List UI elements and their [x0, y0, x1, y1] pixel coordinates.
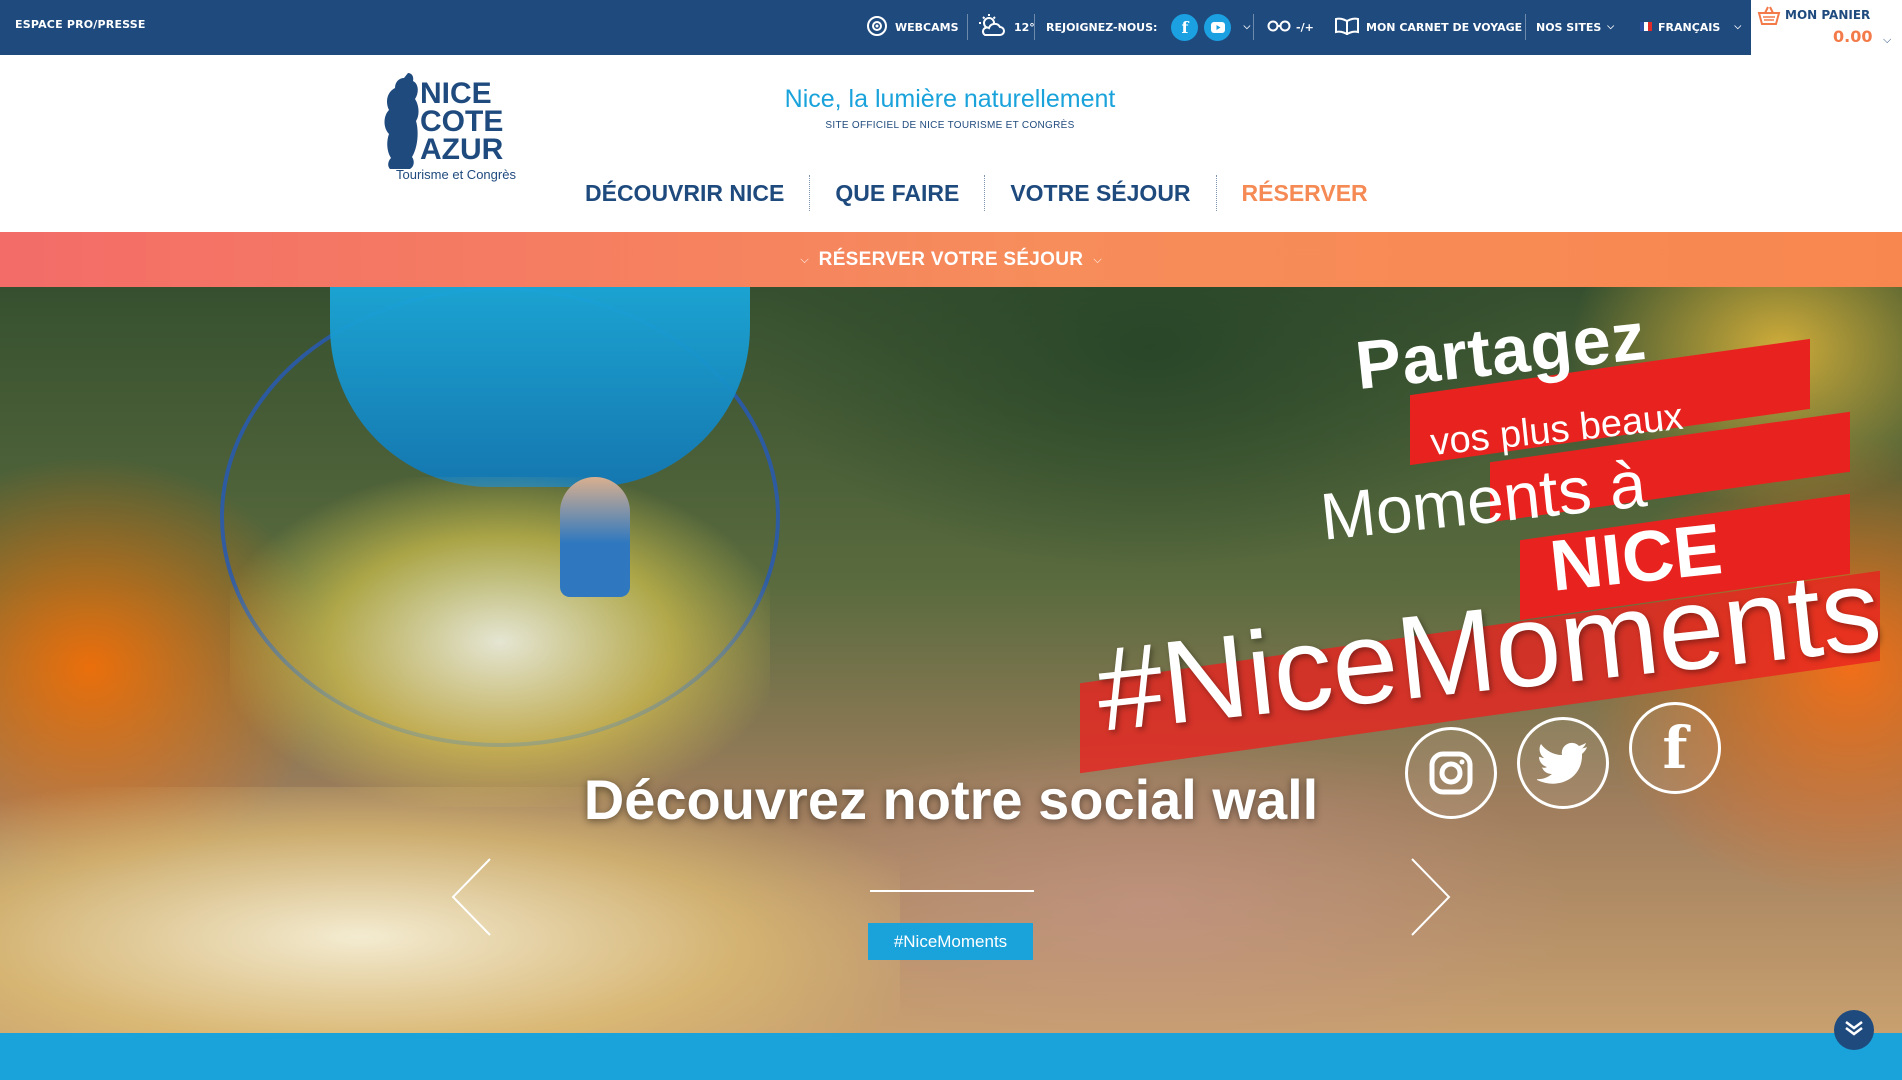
bottom-blue-band [0, 1033, 1902, 1080]
accessibility-toggle[interactable]: -/+ [1267, 14, 1314, 40]
weather-temp: 12° [1014, 20, 1035, 34]
hero-carousel: Partagez vos plus beaux Moments à NICE #… [0, 287, 1902, 1033]
facebook-icon[interactable]: f [1171, 13, 1199, 41]
social-join: REJOIGNEZ-NOUS: f ⌵ [1046, 13, 1250, 41]
main-navigation: DÉCOUVRIR NICE QUE FAIRE VOTRE SÉJOUR RÉ… [560, 175, 1393, 211]
chevron-down-icon: ⌵ [1607, 22, 1615, 32]
divider [1034, 14, 1035, 40]
nav-item-things-to-do[interactable]: QUE FAIRE [810, 175, 986, 211]
statue-silhouette-icon [382, 67, 420, 175]
language-label: FRANÇAIS [1658, 20, 1721, 34]
hashtag-art: #NiceMoments [1090, 543, 1887, 757]
our-sites-dropdown[interactable]: NOS SITES ⌵ [1536, 14, 1614, 40]
glasses-icon [1267, 20, 1291, 35]
scroll-down-button[interactable] [1834, 1010, 1874, 1050]
book-icon [1335, 17, 1359, 38]
cart-label: MON PANIER [1785, 8, 1871, 22]
decorative-flowers [230, 477, 770, 807]
travel-notebook-link[interactable]: MON CARNET DE VOYAGE [1335, 14, 1522, 40]
site-subtitle: SITE OFFICIEL DE NICE TOURISME ET CONGRÈ… [825, 120, 1075, 131]
top-utility-bar: ESPACE PRO/PRESSE WEBCAMS 12° REJOIGNEZ-… [0, 0, 1902, 55]
accessibility-label: -/+ [1296, 20, 1314, 34]
travel-notebook-label: MON CARNET DE VOYAGE [1366, 20, 1523, 34]
language-selector[interactable]: FRANÇAIS ⌵ [1640, 14, 1741, 40]
hashtag-button[interactable]: #NiceMoments [868, 923, 1033, 960]
our-sites-label: NOS SITES [1536, 20, 1602, 34]
booking-label: RÉSERVER VOTRE SÉJOUR [818, 248, 1084, 270]
nav-item-book[interactable]: RÉSERVER [1217, 175, 1393, 211]
webcams-link[interactable]: WEBCAMS [866, 14, 959, 40]
logo-line-3: AZUR [420, 133, 504, 166]
webcam-icon [866, 15, 888, 40]
cart-amount: 0.00 [1833, 27, 1873, 46]
nav-item-discover[interactable]: DÉCOUVRIR NICE [560, 175, 811, 211]
carousel-prev-arrow-icon[interactable] [450, 857, 492, 937]
divider [1525, 14, 1526, 40]
french-flag-icon [1640, 21, 1652, 34]
site-logo[interactable]: NICE COTE AZUR Tourisme et Congrès [380, 61, 530, 187]
chevron-down-icon[interactable]: ⌵ [1243, 22, 1250, 32]
hero-title: Découvrez notre social wall [583, 768, 1319, 831]
carousel-next-arrow-icon[interactable] [1410, 857, 1452, 937]
youtube-icon[interactable] [1204, 13, 1232, 41]
chevron-down-icon: ⌵ [1093, 252, 1102, 266]
weather-cloud-sun-icon [978, 13, 1006, 41]
hero-divider [870, 890, 1034, 892]
double-chevron-down-icon [1843, 1019, 1865, 1041]
chevron-down-icon[interactable]: ⌵ [1883, 33, 1891, 47]
decorative-figure [560, 477, 630, 597]
divider [1253, 14, 1254, 40]
weather-widget[interactable]: 12° [978, 13, 1035, 41]
chevron-down-icon: ⌵ [1734, 22, 1742, 32]
site-tagline: Nice, la lumière naturellement [784, 85, 1116, 113]
pro-press-link[interactable]: ESPACE PRO/PRESSE [15, 18, 146, 31]
chevron-down-icon: ⌵ [800, 252, 809, 266]
site-header: NICE COTE AZUR Tourisme et Congrès Nice,… [0, 55, 1902, 232]
hashtag-promo-artwork: Partagez vos plus beaux Moments à NICE #… [1080, 298, 1887, 819]
booking-strip[interactable]: ⌵ RÉSERVER VOTRE SÉJOUR ⌵ [0, 232, 1902, 287]
divider [967, 14, 968, 40]
logo-subtitle: Tourisme et Congrès [396, 167, 516, 182]
nav-item-your-stay[interactable]: VOTRE SÉJOUR [985, 175, 1217, 211]
basket-icon [1757, 6, 1781, 30]
join-label: REJOIGNEZ-NOUS: [1046, 20, 1158, 34]
cart-widget[interactable]: MON PANIER 0.00 ⌵ [1751, 0, 1902, 55]
webcams-label: WEBCAMS [895, 20, 959, 34]
